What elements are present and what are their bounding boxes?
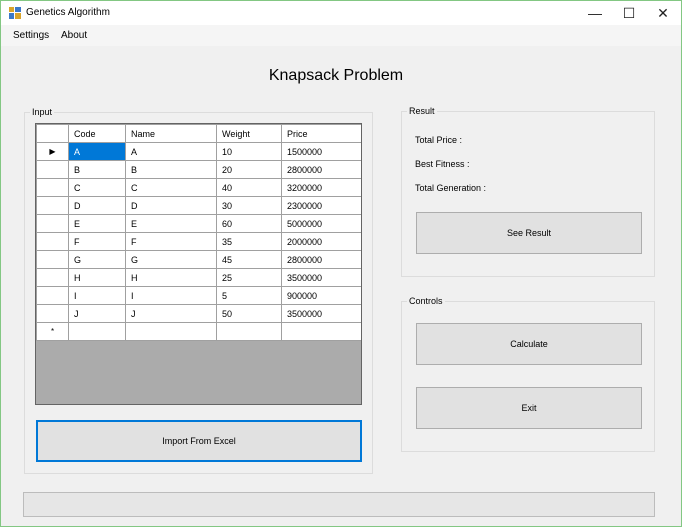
exit-button[interactable]: Exit bbox=[416, 387, 642, 429]
items-data-grid[interactable]: Code Name Weight Price ▶ A A 10 1500000 B B 20 2… bbox=[35, 123, 362, 405]
table-row[interactable]: E E 60 5000000 bbox=[36, 214, 361, 233]
progress-bar bbox=[23, 492, 655, 517]
new-row-cell-code[interactable] bbox=[68, 322, 126, 341]
cell-weight[interactable]: 35 bbox=[216, 232, 282, 251]
cell-name[interactable]: G bbox=[125, 250, 217, 269]
row-header[interactable] bbox=[36, 196, 69, 215]
cell-price[interactable]: 2800000 bbox=[281, 160, 361, 179]
column-header-weight[interactable]: Weight bbox=[216, 124, 282, 143]
cell-weight[interactable]: 50 bbox=[216, 304, 282, 323]
row-header[interactable]: ▶ bbox=[36, 142, 69, 161]
row-header[interactable] bbox=[36, 304, 69, 323]
row-header[interactable] bbox=[36, 178, 69, 197]
menu-about[interactable]: About bbox=[61, 30, 87, 41]
best-fitness-label: Best Fitness : bbox=[415, 159, 470, 169]
result-group-label: Result bbox=[407, 106, 437, 116]
new-row[interactable]: * bbox=[36, 322, 361, 341]
cell-code[interactable]: G bbox=[68, 250, 126, 269]
total-price-label: Total Price : bbox=[415, 135, 463, 145]
cell-price[interactable]: 5000000 bbox=[281, 214, 361, 233]
new-row-marker[interactable]: * bbox=[36, 322, 69, 341]
new-row-cell-name[interactable] bbox=[125, 322, 217, 341]
cell-code[interactable]: D bbox=[68, 196, 126, 215]
cell-code[interactable]: A bbox=[68, 142, 126, 161]
row-header[interactable] bbox=[36, 286, 69, 305]
menu-settings[interactable]: Settings bbox=[13, 30, 49, 41]
cell-weight[interactable]: 20 bbox=[216, 160, 282, 179]
table-row[interactable]: ▶ A A 10 1500000 bbox=[36, 142, 361, 161]
table-row[interactable]: H H 25 3500000 bbox=[36, 268, 361, 287]
cell-code[interactable]: C bbox=[68, 178, 126, 197]
table-row[interactable]: I I 5 900000 bbox=[36, 286, 361, 305]
row-header[interactable] bbox=[36, 268, 69, 287]
controls-group-label: Controls bbox=[407, 296, 445, 306]
cell-weight[interactable]: 45 bbox=[216, 250, 282, 269]
cell-code[interactable]: I bbox=[68, 286, 126, 305]
cell-name[interactable]: E bbox=[125, 214, 217, 233]
row-header[interactable] bbox=[36, 232, 69, 251]
cell-name[interactable]: D bbox=[125, 196, 217, 215]
row-header[interactable] bbox=[36, 214, 69, 233]
table-row[interactable]: F F 35 2000000 bbox=[36, 232, 361, 251]
cell-code[interactable]: B bbox=[68, 160, 126, 179]
header-corner bbox=[36, 124, 69, 143]
cell-code[interactable]: J bbox=[68, 304, 126, 323]
table-row[interactable]: D D 30 2300000 bbox=[36, 196, 361, 215]
cell-code[interactable]: H bbox=[68, 268, 126, 287]
calculate-button[interactable]: Calculate bbox=[416, 323, 642, 365]
column-header-code[interactable]: Code bbox=[68, 124, 126, 143]
see-result-button[interactable]: See Result bbox=[416, 212, 642, 254]
cell-weight[interactable]: 30 bbox=[216, 196, 282, 215]
cell-weight[interactable]: 10 bbox=[216, 142, 282, 161]
table-header-row: Code Name Weight Price bbox=[36, 124, 361, 143]
input-group-label: Input bbox=[30, 107, 55, 117]
cell-price[interactable]: 3200000 bbox=[281, 178, 361, 197]
new-row-cell-price[interactable] bbox=[281, 322, 361, 341]
cell-name[interactable]: J bbox=[125, 304, 217, 323]
cell-name[interactable]: I bbox=[125, 286, 217, 305]
cell-name[interactable]: B bbox=[125, 160, 217, 179]
column-header-name[interactable]: Name bbox=[125, 124, 217, 143]
cell-name[interactable]: A bbox=[125, 142, 217, 161]
cell-price[interactable]: 2000000 bbox=[281, 232, 361, 251]
cell-name[interactable]: C bbox=[125, 178, 217, 197]
import-from-excel-button[interactable]: Import From Excel bbox=[36, 420, 362, 462]
cell-weight[interactable]: 5 bbox=[216, 286, 282, 305]
window-title: Genetics Algorithm bbox=[26, 7, 110, 18]
main-window: Genetics Algorithm — ☐ ✕ Settings About … bbox=[0, 0, 682, 527]
table-row[interactable]: C C 40 3200000 bbox=[36, 178, 361, 197]
close-button[interactable]: ✕ bbox=[646, 1, 680, 25]
table-row[interactable]: B B 20 2800000 bbox=[36, 160, 361, 179]
table-row[interactable]: J J 50 3500000 bbox=[36, 304, 361, 323]
cell-price[interactable]: 2800000 bbox=[281, 250, 361, 269]
cell-weight[interactable]: 25 bbox=[216, 268, 282, 287]
minimize-button[interactable]: — bbox=[578, 1, 612, 25]
cell-price[interactable]: 3500000 bbox=[281, 304, 361, 323]
cell-weight[interactable]: 40 bbox=[216, 178, 282, 197]
cell-price[interactable]: 1500000 bbox=[281, 142, 361, 161]
cell-name[interactable]: H bbox=[125, 268, 217, 287]
cell-price[interactable]: 3500000 bbox=[281, 268, 361, 287]
total-generation-label: Total Generation : bbox=[415, 183, 487, 193]
new-row-cell-weight[interactable] bbox=[216, 322, 282, 341]
row-header[interactable] bbox=[36, 250, 69, 269]
maximize-button[interactable]: ☐ bbox=[612, 1, 646, 25]
cell-weight[interactable]: 60 bbox=[216, 214, 282, 233]
cell-price[interactable]: 2300000 bbox=[281, 196, 361, 215]
cell-code[interactable]: E bbox=[68, 214, 126, 233]
title-bar[interactable]: Genetics Algorithm — ☐ ✕ bbox=[1, 1, 681, 25]
cell-code[interactable]: F bbox=[68, 232, 126, 251]
row-header[interactable] bbox=[36, 160, 69, 179]
app-icon bbox=[9, 7, 21, 19]
page-title: Knapsack Problem bbox=[268, 67, 404, 84]
table-body: ▶ A A 10 1500000 B B 20 2800000 C C 40 3200000 D D 30 23… bbox=[36, 142, 361, 341]
cell-price[interactable]: 900000 bbox=[281, 286, 361, 305]
cell-name[interactable]: F bbox=[125, 232, 217, 251]
items-table: Code Name Weight Price ▶ A A 10 1500000 B B 20 2… bbox=[36, 124, 361, 341]
table-row[interactable]: G G 45 2800000 bbox=[36, 250, 361, 269]
column-header-price[interactable]: Price bbox=[281, 124, 361, 143]
menu-bar: Settings About bbox=[1, 25, 681, 46]
